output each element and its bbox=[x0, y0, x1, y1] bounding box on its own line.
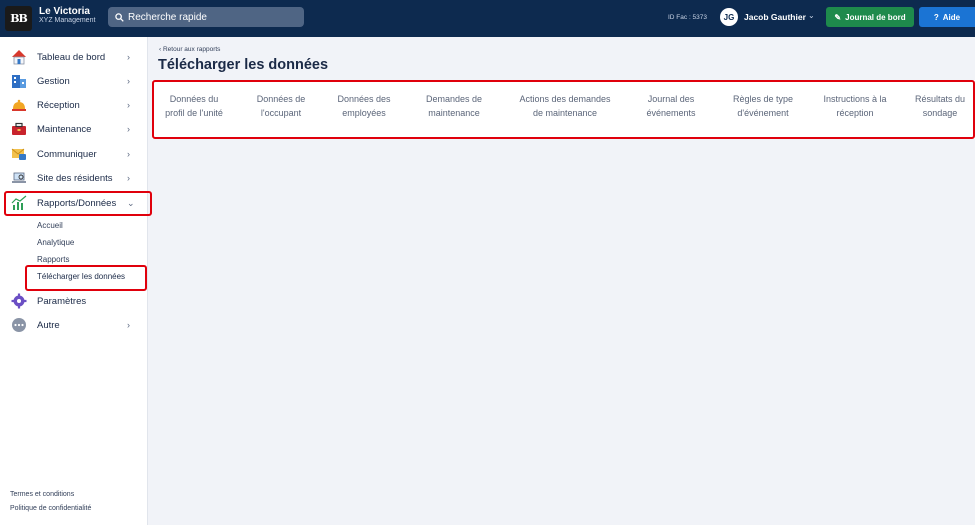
search-bar[interactable] bbox=[108, 7, 304, 27]
sidebar-item-residents-site[interactable]: Site des résidents › bbox=[0, 168, 148, 188]
user-name[interactable]: Jacob Gauthier bbox=[744, 12, 806, 22]
house-icon bbox=[11, 49, 27, 65]
chevron-right-icon: › bbox=[127, 173, 130, 183]
search-icon bbox=[115, 12, 124, 22]
sidebar-subitem-rapports[interactable]: Rapports bbox=[37, 255, 69, 264]
back-to-reports-link[interactable]: ‹ Retour aux rapports bbox=[159, 46, 220, 53]
sidebar-item-label: Communiquer bbox=[37, 148, 97, 160]
highlight-box bbox=[25, 265, 147, 291]
ellipsis-icon bbox=[11, 317, 27, 333]
sidebar-item-gestion[interactable]: Gestion › bbox=[0, 71, 148, 91]
sidebar-item-label: Maintenance bbox=[37, 123, 92, 135]
sidebar-item-label: Réception bbox=[37, 99, 80, 111]
help-button[interactable]: ? Aide bbox=[919, 7, 975, 27]
chevron-down-icon[interactable]: ⌄ bbox=[808, 11, 815, 20]
question-icon: ? bbox=[933, 12, 939, 22]
sidebar-item-label: Tableau de bord bbox=[37, 51, 106, 63]
chevron-right-icon: › bbox=[127, 320, 130, 330]
laptop-icon bbox=[11, 170, 27, 186]
sidebar-subitem-analytique[interactable]: Analytique bbox=[37, 238, 74, 247]
chevron-right-icon: › bbox=[127, 76, 130, 86]
property-switcher[interactable]: Le Victoria XYZ Management bbox=[39, 6, 95, 25]
top-bar: BB Le Victoria XYZ Management ID Fac : 5… bbox=[0, 0, 975, 37]
sidebar-subitem-accueil[interactable]: Accueil bbox=[37, 221, 63, 230]
envelope-icon bbox=[11, 146, 27, 162]
sidebar-item-communiquer[interactable]: Communiquer › bbox=[0, 144, 148, 164]
chevron-right-icon: › bbox=[127, 100, 130, 110]
company-name: XYZ Management bbox=[39, 17, 96, 24]
privacy-link[interactable]: Politique de confidentialité bbox=[10, 505, 91, 512]
pencil-icon: ✎ bbox=[834, 12, 842, 22]
page-title: Télécharger les données bbox=[158, 57, 329, 73]
facility-id: ID Fac : 5373 bbox=[668, 14, 708, 21]
toolbox-icon bbox=[11, 121, 27, 137]
sidebar-item-label: Site des résidents bbox=[37, 172, 113, 184]
gear-icon bbox=[11, 293, 27, 309]
help-button-label: Aide bbox=[942, 12, 961, 22]
chevron-right-icon: › bbox=[127, 124, 130, 134]
sidebar-item-label: Paramètres bbox=[37, 295, 87, 307]
sidebar-item-label: Autre bbox=[37, 319, 60, 331]
building-icon bbox=[11, 73, 27, 89]
terms-link[interactable]: Termes et conditions bbox=[10, 491, 74, 498]
sidebar-item-autre[interactable]: Autre › bbox=[0, 315, 148, 335]
highlight-box bbox=[152, 80, 975, 139]
sidebar-item-parametres[interactable]: Paramètres bbox=[0, 291, 148, 311]
chevron-right-icon: › bbox=[127, 149, 130, 159]
search-input[interactable] bbox=[128, 11, 298, 23]
sidebar-item-dashboard[interactable]: Tableau de bord › bbox=[0, 47, 148, 67]
bell-icon bbox=[11, 97, 27, 113]
highlight-box bbox=[4, 191, 152, 216]
journal-button[interactable]: ✎ Journal de bord bbox=[826, 7, 914, 27]
sidebar-item-label: Gestion bbox=[37, 75, 70, 87]
sidebar-item-reception[interactable]: Réception › bbox=[0, 95, 148, 115]
journal-button-label: Journal de bord bbox=[845, 12, 906, 22]
avatar[interactable]: JG bbox=[720, 8, 738, 26]
property-name: Le Victoria bbox=[39, 6, 90, 17]
brand-logo[interactable]: BB bbox=[5, 6, 32, 31]
chevron-right-icon: › bbox=[127, 52, 130, 62]
sidebar-item-maintenance[interactable]: Maintenance › bbox=[0, 119, 148, 139]
